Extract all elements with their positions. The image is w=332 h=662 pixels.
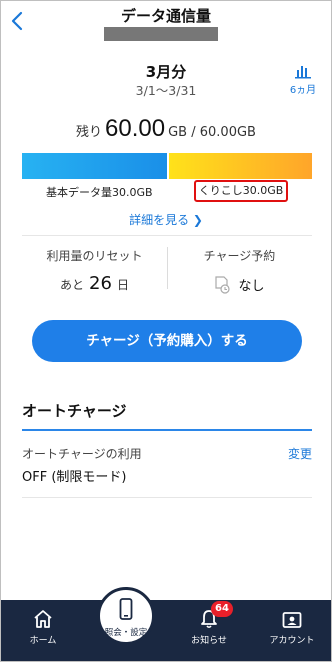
reset-section: 利用量のリセット あと 26 日: [22, 247, 167, 294]
remaining-value: 60.00: [105, 115, 166, 142]
page-title: データ通信量: [120, 7, 211, 25]
billing-month: 3月分: [145, 63, 187, 81]
app-screen: データ通信量 3月分 3/1〜3/31 6ヵ月 残り 60.00 GB / 60.0…: [0, 0, 332, 662]
reserve-value: なし: [238, 279, 265, 294]
smartphone-icon: [119, 598, 133, 620]
usage-bar: [22, 153, 312, 179]
reset-prefix: あと: [60, 278, 85, 292]
auto-charge-value: OFF (制限モード): [22, 470, 127, 485]
reset-suffix: 日: [116, 278, 129, 292]
usage-bar-carryover: [169, 153, 312, 179]
tab-account-label: アカウント: [269, 636, 315, 646]
charge-button[interactable]: チャージ（予約購入）する: [32, 320, 302, 362]
notification-badge: 64: [211, 601, 233, 617]
header: データ通信量: [1, 1, 331, 45]
tab-home[interactable]: ホーム: [10, 600, 76, 646]
history-label: 6ヵ月: [289, 85, 317, 96]
reservation-icon: [215, 275, 231, 294]
auto-charge-change-link[interactable]: 変更: [288, 445, 312, 462]
reset-title: 利用量のリセット: [46, 249, 143, 263]
tab-notifications-label: お知らせ: [191, 636, 227, 646]
basic-data-label: 基本データ量30.0GB: [46, 186, 153, 199]
tab-settings-label: 照会・設定: [104, 628, 148, 638]
remaining-label: 残り: [76, 125, 103, 140]
id-card-icon: [282, 612, 302, 628]
home-icon: [34, 610, 52, 628]
auto-charge-usage-label: オートチャージの利用: [22, 447, 142, 461]
bar-chart-icon: [295, 66, 311, 79]
remaining-data: 残り 60.00 GB / 60.00GB: [1, 115, 331, 143]
reserve-section: チャージ予約 なし: [167, 247, 312, 294]
divider: [22, 497, 312, 498]
remaining-unit: GB / 60.00GB: [168, 125, 256, 140]
billing-range: 3/1〜3/31: [135, 83, 197, 98]
tab-account[interactable]: アカウント: [259, 600, 325, 646]
auto-charge-title: オートチャージ: [22, 402, 127, 420]
reset-countdown: あと 26 日: [22, 273, 167, 294]
tab-settings[interactable]: 照会・設定: [97, 587, 155, 645]
tab-home-label: ホーム: [29, 636, 57, 646]
divider: [22, 235, 312, 236]
redacted-phone-number: [104, 27, 218, 41]
history-button[interactable]: 6ヵ月: [284, 63, 322, 97]
reset-days: 26: [89, 273, 112, 294]
auto-charge-underline: [22, 429, 312, 431]
reserve-status: なし: [167, 275, 312, 294]
details-link[interactable]: 詳細を見る ❯: [1, 211, 331, 228]
reserve-title: チャージ予約: [203, 249, 276, 263]
usage-bar-basic: [22, 153, 167, 179]
carryover-data-label: くりこし30.0GB: [194, 180, 288, 202]
